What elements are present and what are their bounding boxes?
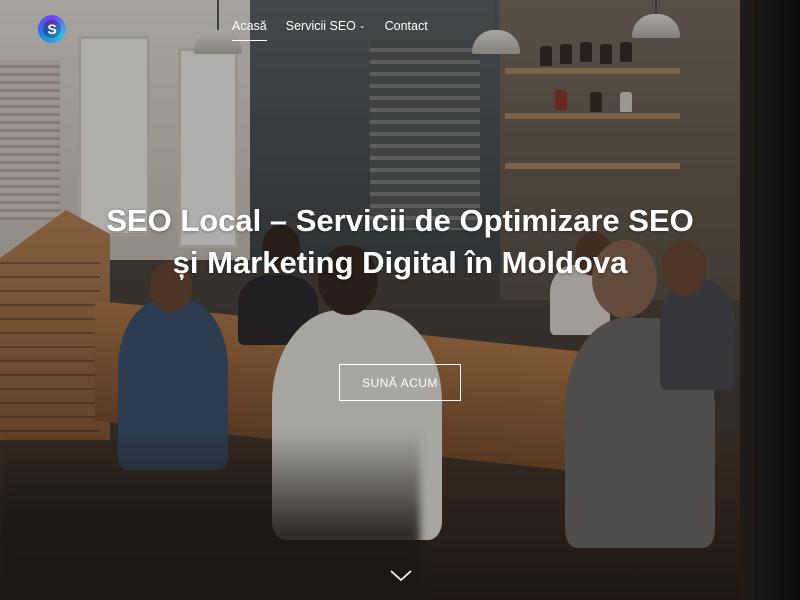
- scroll-down-button[interactable]: [389, 568, 413, 584]
- call-now-label: SUNĂ ACUM: [362, 375, 438, 390]
- nav-item-servicii-seo[interactable]: Servicii SEO ⌄: [286, 19, 366, 41]
- page-title: SEO Local – Servicii de Optimizare SEO ș…: [106, 203, 694, 280]
- nav-item-label: Servicii SEO: [285, 19, 356, 33]
- nav-item-label: Acasă: [232, 19, 267, 33]
- site-header: S Acasă Servicii SEO ⌄ Contact: [0, 0, 800, 56]
- dark-overlay: [0, 0, 800, 600]
- chevron-down-icon: ⌄: [358, 21, 366, 30]
- hero-section: S Acasă Servicii SEO ⌄ Contact SEO Local …: [0, 0, 800, 600]
- site-logo[interactable]: S: [38, 15, 66, 43]
- nav-item-contact[interactable]: Contact: [385, 19, 428, 41]
- logo-letter: S: [43, 20, 61, 38]
- call-now-button[interactable]: SUNĂ ACUM: [339, 364, 461, 401]
- chevron-down-icon: [390, 570, 412, 582]
- nav-item-acasa[interactable]: Acasă: [232, 19, 267, 41]
- nav-item-label: Contact: [384, 19, 428, 33]
- main-nav: Acasă Servicii SEO ⌄ Contact: [232, 19, 428, 41]
